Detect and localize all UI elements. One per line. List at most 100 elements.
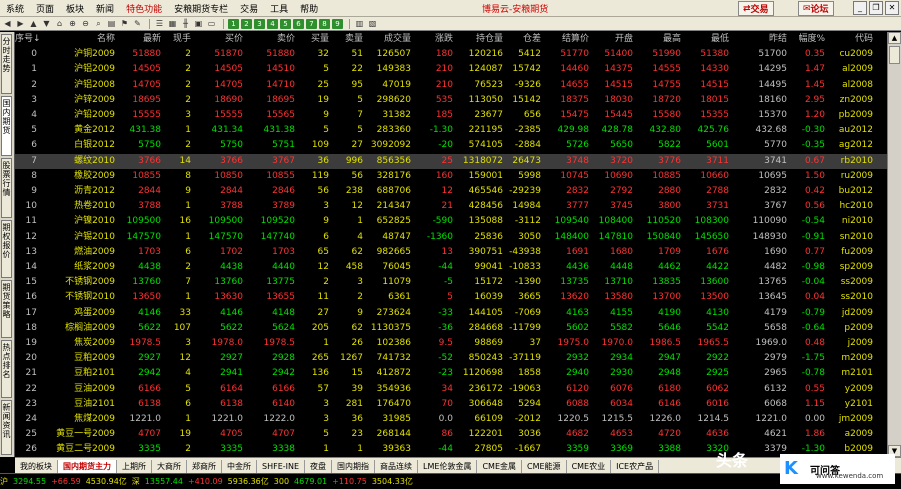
tab-domestic-main[interactable]: 国内期货主力 xyxy=(58,459,117,473)
table-row[interactable]: 6 白银2012 5750 2 5750 5751 109 27 3092092 -20 57410… xyxy=(15,138,887,153)
candlestick-icon[interactable]: ╫ xyxy=(180,19,191,29)
table-row[interactable]: 19 焦炭2009 1978.5 3 1978.0 1978.5 1 26 102386 9.5 9… xyxy=(15,336,887,351)
tab-continuous[interactable]: 商品连续 xyxy=(375,459,419,473)
table-row[interactable]: 8 橡胶2009 10855 8 10850 10855 119 56 328176 160 159… xyxy=(15,169,887,184)
menu-item-page[interactable]: 页面 xyxy=(30,2,60,15)
header-total-volume[interactable]: 成交量 xyxy=(365,32,411,47)
sidebar-tab-stocks[interactable]: 股票行情 xyxy=(1,158,12,218)
menu-item-help[interactable]: 帮助 xyxy=(294,2,324,15)
table-row[interactable]: 1 沪铝2009 14505 2 14505 14510 5 22 149383 210 12408… xyxy=(15,62,887,77)
scroll-thumb[interactable] xyxy=(889,46,900,64)
table-row[interactable]: 17 鸡蛋2009 4146 33 4146 4148 27 9 273624 -33 144105… xyxy=(15,306,887,321)
header-oi-change[interactable]: 仓差 xyxy=(505,32,541,47)
table-row[interactable]: 9 沥青2012 2844 9 2844 2846 56 238 688706 12 465546-… xyxy=(15,184,887,199)
menu-item-tools[interactable]: 工具 xyxy=(264,2,294,15)
table-row[interactable]: 11 沪镍2010 109500 16 109500 109520 9 1 652825 -590… xyxy=(15,214,887,229)
sidebar-tab-strategy[interactable]: 期货策略 xyxy=(1,280,12,338)
tab-my-sector[interactable]: 我的板块 xyxy=(15,459,58,473)
header-code[interactable]: 代码 xyxy=(827,32,873,47)
page-8-icon[interactable]: 8 xyxy=(319,18,330,29)
table-row[interactable]: 2 沪铝2008 14705 2 14705 14710 25 95 47019 210 76523… xyxy=(15,78,887,93)
close-icon[interactable]: ✕ xyxy=(885,1,899,15)
menu-item-trade[interactable]: 交易 xyxy=(234,2,264,15)
table-row[interactable]: 12 沪锡2010 147570 1 147570 147740 6 4 48747 -1360 2… xyxy=(15,230,887,245)
pen-icon[interactable]: ✎ xyxy=(132,19,143,29)
header-ask-volume[interactable]: 卖量 xyxy=(331,32,363,47)
table-row[interactable]: 26 黄豆二号2009 3335 2 3335 3338 1 1 39363 -44 27805 -1… xyxy=(15,442,887,457)
sidebar-tab-hot-ranking[interactable]: 热点排名 xyxy=(1,340,12,398)
sidebar-tab-domestic-futures[interactable]: 国内期货 xyxy=(1,96,12,156)
table-row[interactable]: 22 豆油2009 6166 5 6164 6166 57 39 354936 34 236172-… xyxy=(15,382,887,397)
table-row[interactable]: 13 燃油2009 1703 6 1702 1703 65 62 982665 13 390751-… xyxy=(15,245,887,260)
tab-dce[interactable]: 大商所 xyxy=(152,459,187,473)
sidebar-tab-intraday[interactable]: 分时走势 xyxy=(1,34,12,94)
page-7-icon[interactable]: 7 xyxy=(306,18,317,29)
restore-icon[interactable]: ❐ xyxy=(869,1,883,15)
menu-item-features[interactable]: 特色功能 xyxy=(120,2,168,15)
table-row[interactable]: 10 热卷2010 3788 1 3788 3789 3 12 214347 21 428456 14… xyxy=(15,199,887,214)
table-row[interactable]: 4 沪铅2009 15555 3 15555 15565 9 7 31382 185 23677 65… xyxy=(15,108,887,123)
header-high[interactable]: 最高 xyxy=(635,32,681,47)
table-row[interactable]: 0 沪铜2009 51880 2 51870 51880 32 51 126507 180 1202… xyxy=(15,47,887,62)
up-arrow-icon[interactable]: ▲ xyxy=(28,19,39,29)
header-ask[interactable]: 卖价 xyxy=(245,32,295,47)
table-row[interactable]: 16 不锈钢2010 13650 1 13630 13655 11 2 6361 5 16039 36… xyxy=(15,290,887,305)
list-view-icon[interactable]: ☰ xyxy=(154,19,165,29)
tab-shfe[interactable]: 上期所 xyxy=(117,459,152,473)
sidebar-tab-news[interactable]: 新闻资讯 xyxy=(1,400,12,455)
tab-ice-agri[interactable]: ICE农产品 xyxy=(611,459,660,473)
header-last[interactable]: 最新 xyxy=(117,32,161,47)
header-prev-settle[interactable]: 昨结 xyxy=(735,32,787,47)
forum-button[interactable]: ✉ 论坛 xyxy=(798,1,834,16)
header-percent[interactable]: 幅度% xyxy=(791,32,825,47)
menu-item-system[interactable]: 系统 xyxy=(0,2,30,15)
flag-icon[interactable]: ⚑ xyxy=(119,19,130,29)
tab-shfe-ine[interactable]: SHFE-INE xyxy=(257,459,306,473)
tab-cme-energy[interactable]: CME能源 xyxy=(522,459,567,473)
table-row[interactable]: 14 纸浆2009 4438 2 4438 4440 12 458 76045 -44 99041-… xyxy=(15,260,887,275)
grid-view-icon[interactable]: ▦ xyxy=(167,19,178,29)
header-volume[interactable]: 现手 xyxy=(163,32,191,47)
down-arrow-icon[interactable]: ▼ xyxy=(41,19,52,29)
menu-item-sector[interactable]: 板块 xyxy=(60,2,90,15)
page-2-icon[interactable]: 2 xyxy=(241,18,252,29)
page-9-icon[interactable]: 9 xyxy=(332,18,343,29)
trade-button[interactable]: ⇄ 交易 xyxy=(738,1,774,16)
header-open-interest[interactable]: 持仓量 xyxy=(455,32,503,47)
tab-night[interactable]: 夜盘 xyxy=(305,459,333,473)
tab-index-futures[interactable]: 国内期指 xyxy=(332,459,376,473)
header-change[interactable]: 涨跌 xyxy=(413,32,453,47)
minimize-icon[interactable]: _ xyxy=(853,1,867,15)
zoom-in-icon[interactable]: ⊕ xyxy=(67,19,78,29)
table-row[interactable]: 24 焦煤2009 1221.0 1 1221.0 1222.0 3 36 31985 0.0 66… xyxy=(15,412,887,427)
table-row[interactable]: 7 螺纹2010 3766 14 3766 3767 36 996 856356 25 131807… xyxy=(15,153,887,169)
header-settle[interactable]: 结算价 xyxy=(543,32,589,47)
book-icon[interactable]: ▧ xyxy=(367,19,378,29)
table-row[interactable]: 20 豆粕2009 2927 12 2927 2928 265 1267 741732 -52 85… xyxy=(15,351,887,366)
tab-lme[interactable]: LME伦敦金属 xyxy=(418,459,478,473)
tab-cffex[interactable]: 中金所 xyxy=(222,459,257,473)
page-4-icon[interactable]: 4 xyxy=(267,18,278,29)
page-6-icon[interactable]: 6 xyxy=(293,18,304,29)
zoom-out-icon[interactable]: ⊖ xyxy=(80,19,91,29)
chart-icon[interactable]: ▤ xyxy=(106,19,117,29)
tab-cme-metal[interactable]: CME金属 xyxy=(477,459,523,473)
forward-arrow-icon[interactable]: ▶ xyxy=(15,19,26,29)
header-bid-volume[interactable]: 买量 xyxy=(297,32,329,47)
home-icon[interactable]: ⌂ xyxy=(54,19,65,29)
header-row-index[interactable]: 序号↓ xyxy=(15,32,41,47)
vertical-scrollbar[interactable]: ▲ ▼ xyxy=(887,32,901,457)
sidebar-tab-options[interactable]: 期权报价 xyxy=(1,220,12,278)
table-row[interactable]: 25 黄豆一号2009 4707 19 4705 4707 5 23 268144 86 12220… xyxy=(15,427,887,442)
header-name[interactable]: 名称 xyxy=(39,32,115,47)
table-row[interactable]: 21 豆粕2101 2942 4 2941 2942 136 15 412872 -23 11206… xyxy=(15,366,887,381)
scroll-up-icon[interactable]: ▲ xyxy=(888,32,901,44)
header-bid[interactable]: 买价 xyxy=(193,32,243,47)
tab-cme-agri[interactable]: CME农业 xyxy=(567,459,612,473)
calendar-icon[interactable]: ▣ xyxy=(193,19,204,29)
menu-item-news[interactable]: 新闻 xyxy=(90,2,120,15)
page-1-icon[interactable]: 1 xyxy=(228,18,239,29)
back-arrow-icon[interactable]: ◀ xyxy=(2,19,13,29)
layout-icon[interactable]: ▥ xyxy=(354,19,365,29)
table-row[interactable]: 18 棕榈油2009 5622 107 5622 5624 205 62 1130375 -36 2… xyxy=(15,321,887,336)
